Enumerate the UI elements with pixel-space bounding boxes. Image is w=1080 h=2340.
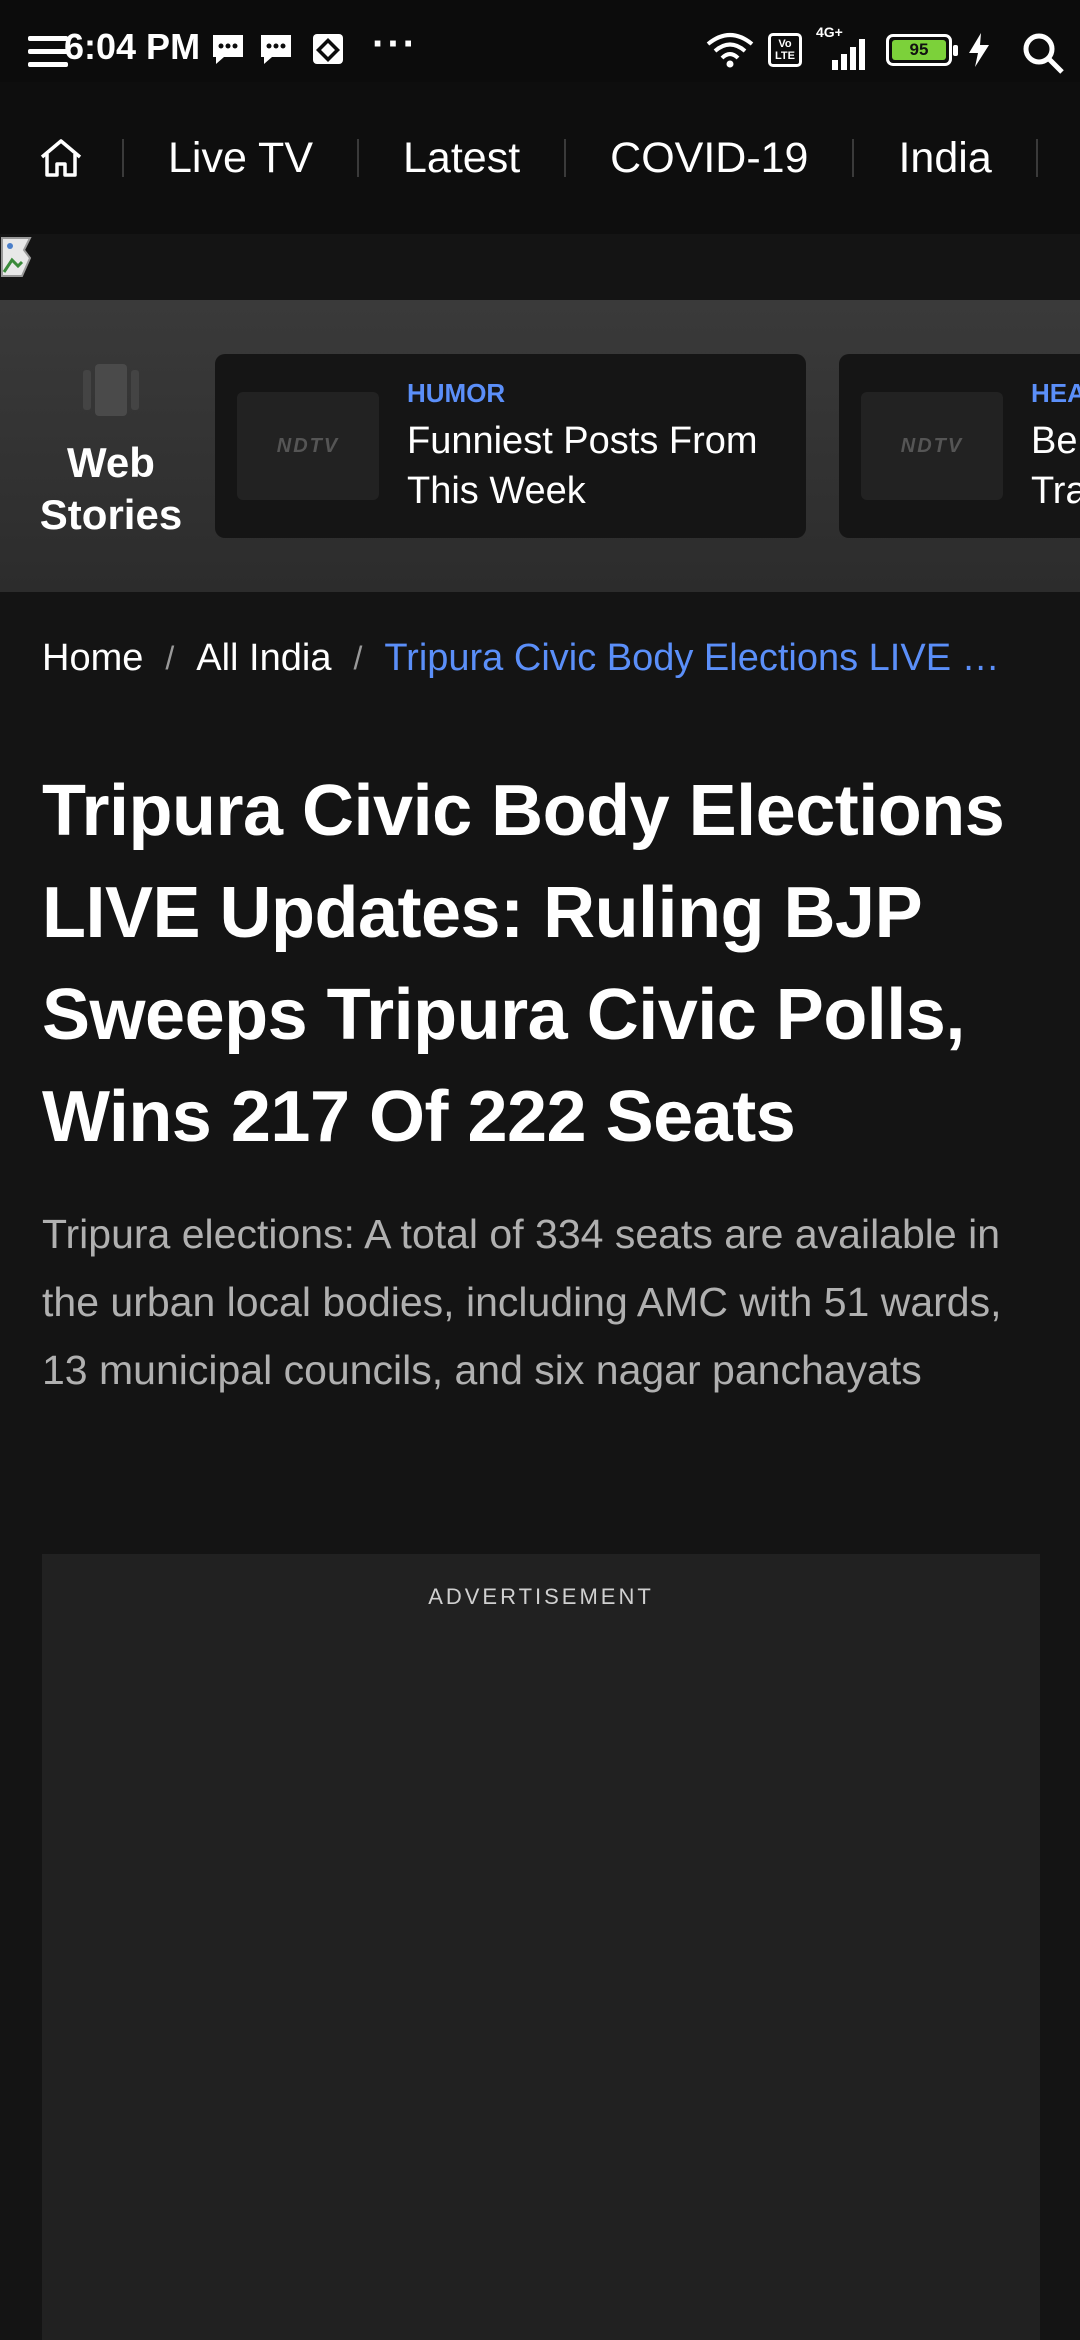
nav-item-india[interactable]: India [854, 134, 1035, 183]
volte-icon: Vo LTE [768, 33, 802, 67]
story-card[interactable]: NDTV HEA Be Tra [839, 354, 1080, 538]
more-notifications-icon: ··· [372, 22, 418, 66]
breadcrumb-separator: / [165, 640, 175, 677]
breadcrumb-home[interactable]: Home [42, 637, 143, 680]
nav-item-more[interactable]: V [1038, 134, 1080, 183]
broken-image-icon [1, 237, 32, 277]
breadcrumb-separator: / [353, 640, 363, 677]
breadcrumb-all-india[interactable]: All India [196, 637, 331, 680]
nav-item-latest[interactable]: Latest [359, 134, 564, 183]
status-bar: 6:04 PM ··· Vo LTE 4G+ 95 [0, 0, 1080, 82]
web-stories-title: Web Stories [39, 439, 183, 538]
web-stories-label[interactable]: Web Stories [22, 360, 200, 541]
ndtv-logo: NDTV [900, 434, 964, 457]
story-thumbnail: NDTV [861, 392, 1003, 500]
nav-item-live-tv[interactable]: Live TV [124, 134, 357, 183]
article-summary: Tripura elections: A total of 334 seats … [42, 1211, 1002, 1393]
battery-level: 95 [892, 40, 946, 60]
app-notification-icon [313, 34, 343, 64]
nav-item-covid[interactable]: COVID-19 [566, 134, 852, 183]
status-icons: Vo LTE 4G+ 95 [706, 24, 992, 72]
web-stories-strip: Web Stories NDTV HUMOR Funniest Posts Fr… [0, 300, 1080, 592]
story-thumbnail: NDTV [237, 392, 379, 500]
advertisement-slot[interactable]: ADVERTISEMENT [42, 1554, 1040, 2340]
charging-icon [969, 33, 989, 67]
story-category: HEA [1031, 378, 1080, 408]
message-icon [261, 35, 291, 64]
signal-icon: 4G+ [816, 24, 872, 70]
home-icon[interactable] [0, 82, 122, 234]
search-icon[interactable] [1020, 30, 1066, 76]
wifi-icon [706, 33, 754, 68]
ndtv-logo: NDTV [276, 434, 340, 457]
stories-icon [83, 364, 139, 416]
menu-icon[interactable] [28, 36, 68, 68]
battery-icon: 95 [886, 34, 958, 66]
section-nav: Live TV Latest COVID-19 India V [0, 82, 1080, 234]
message-icon [213, 35, 243, 64]
story-category: HUMOR [407, 378, 506, 408]
breadcrumb: Home / All India / Tripura Civic Body Electi… [42, 636, 1042, 680]
story-title: Be Tra [1031, 420, 1080, 512]
article-headline: Tripura Civic Body Elections LIVE Update… [42, 771, 1005, 1157]
breadcrumb-current: Tripura Civic Body Elections LIVE U... [384, 637, 1010, 680]
advertisement-label: ADVERTISEMENT [428, 1584, 654, 1609]
story-title: Funniest Posts From This Week [407, 420, 758, 512]
story-card[interactable]: NDTV HUMOR Funniest Posts From This Week [215, 354, 806, 538]
status-time: 6:04 PM [64, 26, 201, 67]
